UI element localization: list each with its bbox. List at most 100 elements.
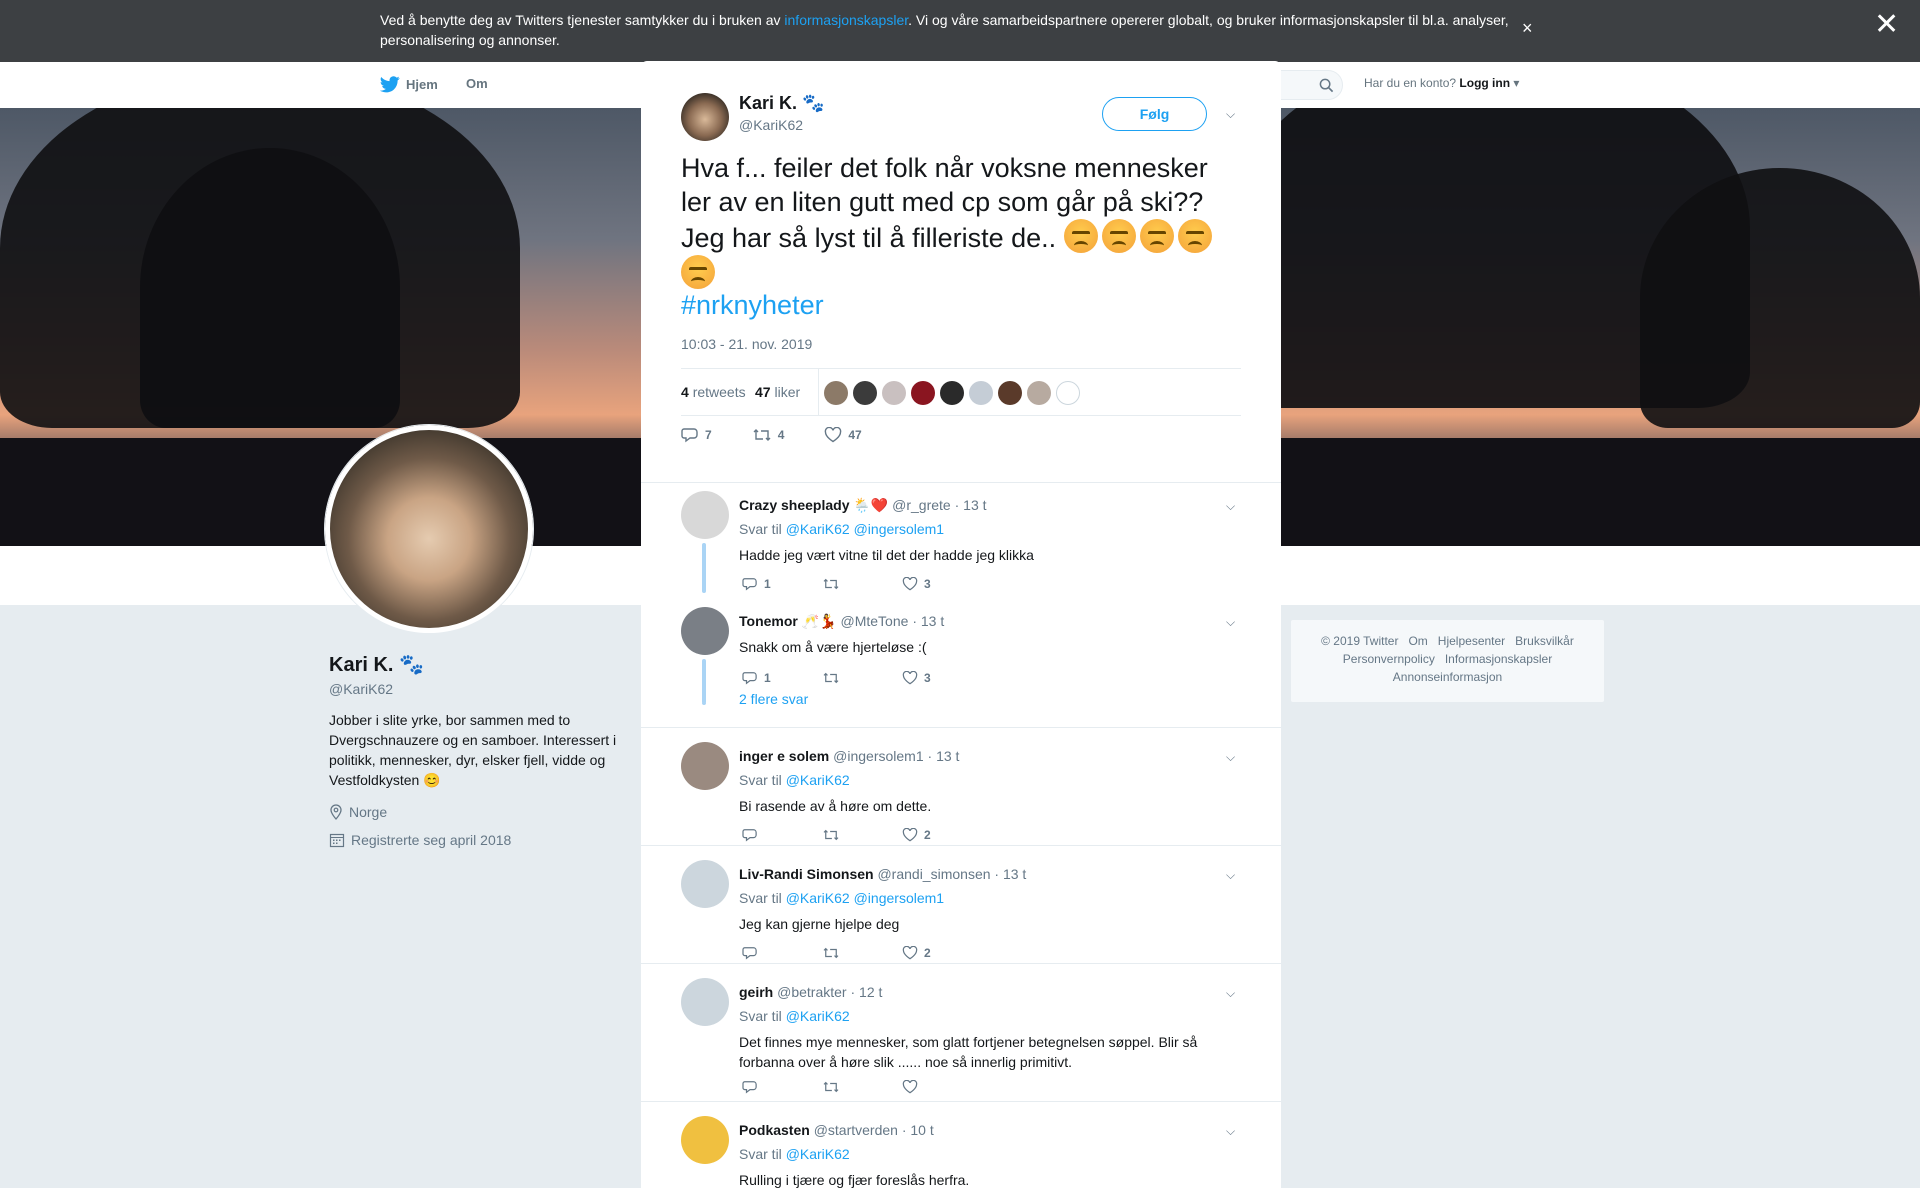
cookie-close-icon[interactable]: × bbox=[1522, 18, 1533, 38]
chevron-down-icon[interactable]: ⌵ bbox=[1226, 499, 1235, 514]
heart-icon bbox=[902, 671, 918, 685]
stats-divider bbox=[818, 369, 819, 416]
reply-author-name[interactable]: inger e solem bbox=[739, 748, 829, 764]
more-replies-link[interactable]: 2 flere svar bbox=[739, 691, 808, 707]
reply-author-handle[interactable]: @MteTone bbox=[841, 613, 909, 629]
reply-to-mentions[interactable]: @KariK62 bbox=[786, 1008, 850, 1024]
reply-count: 7 bbox=[705, 428, 712, 442]
reply-button[interactable]: 1 bbox=[742, 577, 782, 591]
reply-avatar[interactable] bbox=[681, 1116, 729, 1164]
footer-link-about[interactable]: Om bbox=[1408, 634, 1427, 648]
chevron-down-icon[interactable]: ⌵ bbox=[1226, 868, 1235, 883]
nav-home-link[interactable]: Hjem bbox=[380, 76, 438, 93]
chevron-down-icon[interactable]: ⌵ bbox=[1226, 107, 1235, 122]
reply-time[interactable]: · 10 t bbox=[902, 1122, 934, 1138]
liker-avatar[interactable] bbox=[1027, 381, 1051, 405]
tweet-stats: 4 retweets 47 liker bbox=[681, 368, 1241, 416]
retweet-button[interactable] bbox=[822, 946, 862, 960]
thread-dots bbox=[702, 693, 706, 705]
reply-to-mentions[interactable]: @KariK62 bbox=[786, 1146, 850, 1162]
reply-time[interactable]: · 13 t bbox=[928, 748, 960, 764]
reply-author-handle[interactable]: @betrakter bbox=[777, 984, 846, 1000]
reply-author-handle[interactable]: @randi_simonsen bbox=[877, 866, 990, 882]
footer-link-help[interactable]: Hjelpesenter bbox=[1438, 634, 1505, 648]
like-button[interactable]: 47 bbox=[824, 427, 862, 443]
retweet-button[interactable] bbox=[822, 1080, 862, 1094]
reply-author-name[interactable]: geirh bbox=[739, 984, 773, 1000]
retweet-button[interactable]: 4 bbox=[752, 427, 784, 443]
liker-avatar[interactable] bbox=[969, 381, 993, 405]
chevron-down-icon[interactable]: ⌵ bbox=[1226, 615, 1235, 630]
account-menu[interactable]: Har du en konto? Logg inn ▾ bbox=[1364, 76, 1519, 90]
like-button[interactable]: 3 bbox=[902, 577, 942, 591]
profile-avatar[interactable] bbox=[325, 425, 533, 633]
reply-time[interactable]: · 13 t bbox=[912, 613, 944, 629]
reply-avatar[interactable] bbox=[681, 860, 729, 908]
liker-avatar[interactable] bbox=[911, 381, 935, 405]
reply-actions: 13 bbox=[742, 577, 982, 591]
reply-author-handle[interactable]: @ingersolem1 bbox=[833, 748, 923, 764]
retweet-button[interactable] bbox=[822, 828, 862, 842]
reply-time[interactable]: · 12 t bbox=[850, 984, 882, 1000]
reply-author-name[interactable]: Podkasten bbox=[739, 1122, 810, 1138]
reply-time[interactable]: · 13 t bbox=[994, 866, 1026, 882]
tweet-author-name[interactable]: Kari K. 🐾 bbox=[739, 93, 824, 114]
retweet-button[interactable] bbox=[822, 671, 862, 685]
chevron-down-icon[interactable]: ⌵ bbox=[1226, 1124, 1235, 1139]
reply-author-name[interactable]: Crazy sheeplady 🌦️❤️ bbox=[739, 497, 888, 513]
reply-author-name[interactable]: Liv-Randi Simonsen bbox=[739, 866, 874, 882]
tweet-hashtag-link[interactable]: #nrknyheter bbox=[681, 288, 824, 322]
reply-to-mentions[interactable]: @KariK62 bbox=[786, 772, 850, 788]
modal-close-icon[interactable]: ✕ bbox=[1874, 10, 1899, 40]
reply-button[interactable] bbox=[742, 946, 782, 960]
reply-to-label: Svar til bbox=[739, 890, 782, 906]
nav-about-link[interactable]: Om bbox=[466, 76, 488, 91]
reply-button[interactable]: 7 bbox=[681, 427, 712, 443]
reply-tweet[interactable]: Tonemor 🥂💃 @MteTone · 13 t ⌵ Snakk om å væ… bbox=[641, 599, 1281, 739]
retweet-count-link[interactable]: 4 retweets bbox=[681, 384, 746, 400]
footer-link-terms[interactable]: Bruksvilkår bbox=[1515, 634, 1574, 648]
tweet-author-handle[interactable]: @KariK62 bbox=[739, 117, 803, 133]
reply-tweet[interactable]: Podkasten @startverden · 10 t ⌵ Svar til @… bbox=[641, 1101, 1281, 1188]
reply-button[interactable]: 1 bbox=[742, 671, 782, 685]
like-button[interactable] bbox=[902, 1080, 942, 1094]
reply-button[interactable] bbox=[742, 1080, 782, 1094]
reply-actions: 2 bbox=[742, 828, 982, 842]
chevron-down-icon[interactable]: ⌵ bbox=[1226, 750, 1235, 765]
reply-author-handle[interactable]: @startverden bbox=[814, 1122, 898, 1138]
reply-button[interactable] bbox=[742, 828, 782, 842]
liker-avatar[interactable] bbox=[882, 381, 906, 405]
retweet-icon bbox=[823, 1081, 839, 1093]
liker-avatar[interactable] bbox=[940, 381, 964, 405]
like-count-link[interactable]: 47 liker bbox=[755, 384, 800, 400]
reply-author-name[interactable]: Tonemor 🥂💃 bbox=[739, 613, 837, 629]
reply-author-handle[interactable]: @r_grete bbox=[892, 497, 951, 513]
reply-avatar[interactable] bbox=[681, 978, 729, 1026]
retweet-button[interactable] bbox=[822, 577, 862, 591]
tweet-author-avatar[interactable] bbox=[681, 93, 729, 141]
liker-avatar[interactable] bbox=[998, 381, 1022, 405]
liker-avatar[interactable] bbox=[824, 381, 848, 405]
footer-link-cookies[interactable]: Informasjonskapsler bbox=[1445, 652, 1552, 666]
like-button[interactable]: 2 bbox=[902, 946, 942, 960]
reply-avatar[interactable] bbox=[681, 742, 729, 790]
login-link[interactable]: Logg inn bbox=[1459, 76, 1510, 90]
reply-to-mentions[interactable]: @KariK62 @ingersolem1 bbox=[786, 890, 944, 906]
reply-to-label: Svar til bbox=[739, 1146, 782, 1162]
reply-time[interactable]: · 13 t bbox=[955, 497, 987, 513]
chevron-down-icon[interactable]: ⌵ bbox=[1226, 986, 1235, 1001]
liker-avatar[interactable] bbox=[853, 381, 877, 405]
follow-button[interactable]: Følg bbox=[1102, 97, 1207, 131]
footer-link-ads[interactable]: Annonseinformasjon bbox=[1393, 670, 1502, 684]
reply-to-mentions[interactable]: @KariK62 @ingersolem1 bbox=[786, 521, 944, 537]
cookie-link[interactable]: informasjonskapsler bbox=[784, 12, 908, 28]
reply-avatar[interactable] bbox=[681, 607, 729, 655]
footer-link-privacy[interactable]: Personvernpolicy bbox=[1343, 652, 1435, 666]
like-button[interactable]: 3 bbox=[902, 671, 942, 685]
heart-icon bbox=[902, 828, 918, 842]
like-button[interactable]: 2 bbox=[902, 828, 942, 842]
liker-avatar[interactable] bbox=[1056, 381, 1080, 405]
reply-avatar[interactable] bbox=[681, 491, 729, 539]
heart-icon bbox=[902, 946, 918, 960]
reply-tweet[interactable]: geirh @betrakter · 12 t ⌵ Svar til @KariK6… bbox=[641, 963, 1281, 1103]
